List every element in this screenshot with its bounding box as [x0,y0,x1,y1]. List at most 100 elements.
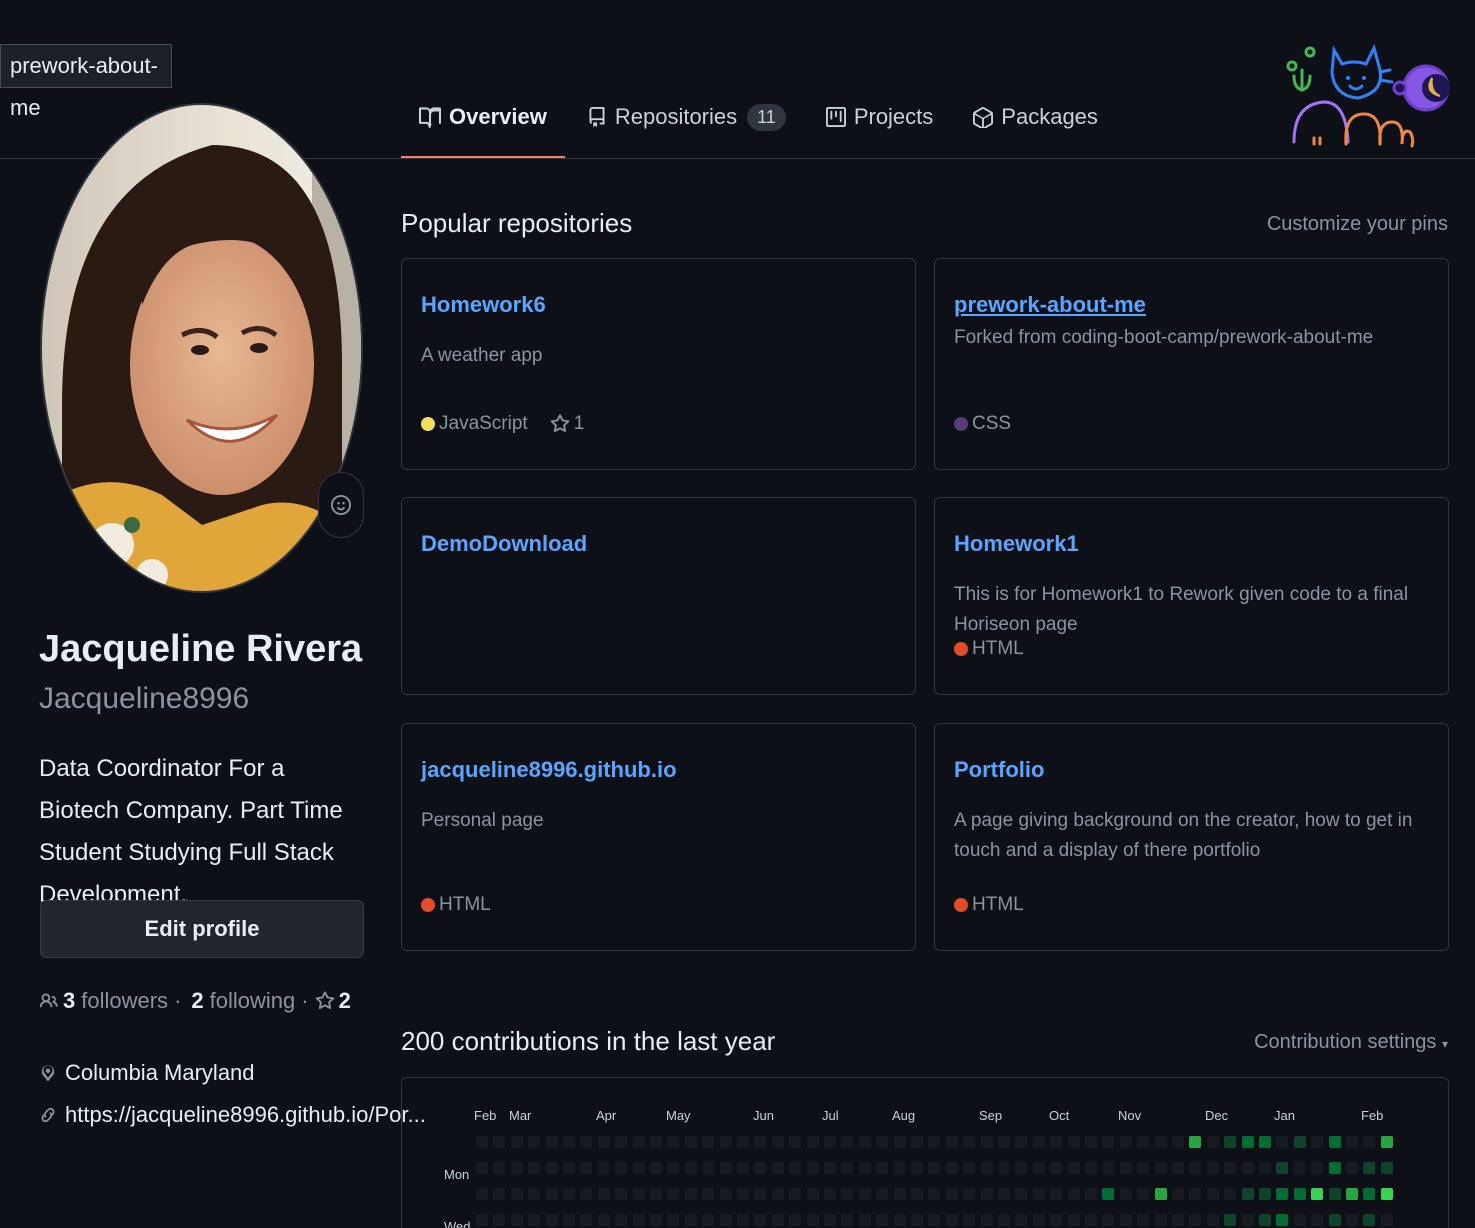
contribution-day-cell[interactable] [1154,1214,1167,1226]
repo-link[interactable]: Homework1 [954,531,1079,557]
contribution-day-cell[interactable] [597,1162,610,1174]
contribution-day-cell[interactable] [528,1188,541,1200]
contribution-day-cell[interactable] [1119,1136,1132,1148]
contribution-day-cell[interactable] [806,1214,819,1226]
contribution-day-cell[interactable] [737,1214,749,1226]
contribution-day-cell[interactable] [684,1188,697,1200]
contribution-day-cell[interactable] [893,1214,906,1226]
contribution-day-cell[interactable] [1346,1214,1358,1226]
contribution-day-cell[interactable] [1241,1214,1254,1226]
contribution-day-cell[interactable] [911,1136,923,1148]
contribution-day-cell[interactable] [493,1136,506,1148]
contribution-day-cell[interactable] [998,1214,1010,1226]
contribution-day-cell[interactable] [1206,1188,1219,1200]
contribution-day-cell[interactable] [1085,1188,1097,1200]
tab-overview[interactable]: Overview [401,86,565,159]
contribution-day-cell[interactable] [998,1136,1010,1148]
repo-link[interactable]: prework-about-me [954,292,1146,318]
contribution-day-cell[interactable] [528,1136,541,1148]
contribution-day-cell[interactable] [632,1136,645,1148]
contribution-day-cell[interactable] [1085,1214,1097,1226]
contribution-day-cell[interactable] [615,1136,628,1148]
repo-link[interactable]: jacqueline8996.github.io [421,757,677,783]
contribution-day-cell[interactable] [911,1188,923,1200]
contribution-day-cell[interactable] [980,1136,993,1148]
contribution-day-cell[interactable] [1259,1214,1271,1226]
contribution-day-cell[interactable] [1067,1214,1080,1226]
tab-repositories[interactable]: Repositories 11 [569,86,804,148]
contribution-day-cell[interactable] [632,1188,645,1200]
contribution-day-cell[interactable] [1015,1162,1028,1174]
following-link[interactable]: following [210,988,296,1014]
contribution-day-cell[interactable] [963,1188,976,1200]
contribution-day-cell[interactable] [858,1162,871,1174]
contribution-day-cell[interactable] [789,1214,802,1226]
contribution-day-cell[interactable] [493,1162,506,1174]
contribution-day-cell[interactable] [1154,1162,1167,1174]
contribution-day-cell[interactable] [737,1162,749,1174]
contribution-day-cell[interactable] [597,1214,610,1226]
contribution-day-cell[interactable] [945,1136,958,1148]
contribution-day-cell[interactable] [1032,1214,1045,1226]
contribution-day-cell[interactable] [493,1188,506,1200]
contribution-day-cell[interactable] [1137,1136,1150,1148]
contribution-day-cell[interactable] [667,1162,680,1174]
contribution-day-cell[interactable] [719,1214,732,1226]
contribution-day-cell[interactable] [737,1136,749,1148]
contribution-day-cell[interactable] [789,1162,802,1174]
contribution-day-cell[interactable] [528,1162,541,1174]
contribution-day-cell[interactable] [580,1136,593,1148]
contribution-day-cell[interactable] [545,1162,558,1174]
contribution-day-cell[interactable] [563,1214,575,1226]
contribution-day-cell[interactable] [771,1136,784,1148]
contribution-day-cell[interactable] [1328,1136,1341,1148]
contribution-day-cell[interactable] [893,1136,906,1148]
contribution-day-cell[interactable] [1224,1136,1237,1148]
contribution-day-cell[interactable] [580,1188,593,1200]
contribution-day-cell[interactable] [1346,1136,1358,1148]
contribution-day-cell[interactable] [719,1136,732,1148]
contribution-day-cell[interactable] [615,1162,628,1174]
contribution-day-cell[interactable] [667,1188,680,1200]
contribution-day-cell[interactable] [841,1188,854,1200]
contribution-day-cell[interactable] [1328,1188,1341,1200]
contribution-day-cell[interactable] [1032,1188,1045,1200]
contribution-day-cell[interactable] [893,1162,906,1174]
contribution-day-cell[interactable] [1380,1188,1393,1200]
contribution-day-cell[interactable] [1154,1188,1167,1200]
contribution-day-cell[interactable] [1119,1214,1132,1226]
contribution-day-cell[interactable] [1172,1188,1184,1200]
contribution-day-cell[interactable] [719,1162,732,1174]
contribution-day-cell[interactable] [1067,1162,1080,1174]
contribution-day-cell[interactable] [1363,1136,1376,1148]
contribution-day-cell[interactable] [597,1136,610,1148]
repo-link[interactable]: Portfolio [954,757,1044,783]
contribution-day-cell[interactable] [1102,1188,1115,1200]
contribution-day-cell[interactable] [980,1162,993,1174]
contribution-day-cell[interactable] [650,1214,662,1226]
followers-link[interactable]: followers [81,988,168,1014]
contribution-day-cell[interactable] [841,1162,854,1174]
contribution-day-cell[interactable] [650,1162,662,1174]
contribution-day-cell[interactable] [563,1136,575,1148]
contribution-day-cell[interactable] [615,1188,628,1200]
contribution-day-cell[interactable] [1224,1162,1237,1174]
following-count[interactable]: 2 [191,988,203,1014]
contribution-day-cell[interactable] [1172,1162,1184,1174]
tab-projects[interactable]: Projects [808,86,951,148]
contribution-day-cell[interactable] [911,1214,923,1226]
contribution-day-cell[interactable] [963,1214,976,1226]
contribution-day-cell[interactable] [789,1136,802,1148]
contribution-day-cell[interactable] [928,1188,941,1200]
contribution-day-cell[interactable] [876,1136,889,1148]
contribution-day-cell[interactable] [1206,1214,1219,1226]
contribution-day-cell[interactable] [1102,1136,1115,1148]
contribution-day-cell[interactable] [928,1162,941,1174]
contribution-day-cell[interactable] [771,1214,784,1226]
contribution-day-cell[interactable] [650,1188,662,1200]
contribution-day-cell[interactable] [1137,1214,1150,1226]
contribution-day-cell[interactable] [1050,1162,1063,1174]
contribution-day-cell[interactable] [824,1136,836,1148]
contribution-day-cell[interactable] [1380,1162,1393,1174]
contribution-day-cell[interactable] [963,1162,976,1174]
